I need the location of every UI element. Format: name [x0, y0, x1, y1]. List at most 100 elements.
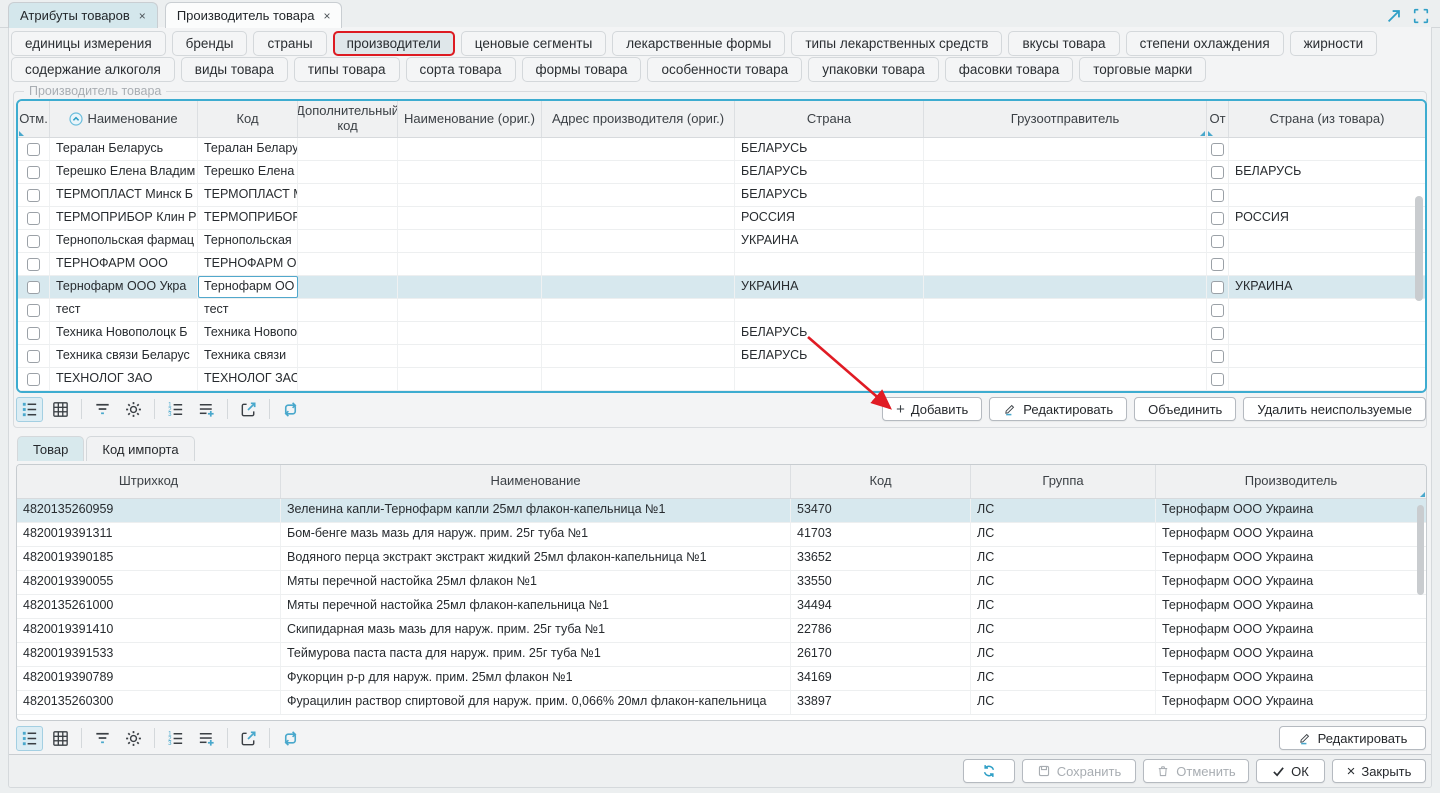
list-view-icon[interactable]: [16, 726, 43, 751]
item-name-cell[interactable]: Фурацилин раствор спиртовой для наруж. п…: [281, 691, 791, 714]
item-name-cell[interactable]: Фукорцин р-р для наруж. прим. 25мл флако…: [281, 667, 791, 690]
item-code-cell[interactable]: 33897: [791, 691, 971, 714]
country-from-item-cell[interactable]: [1229, 368, 1425, 390]
manufacturer-cell[interactable]: Тернофарм ООО Украина: [1156, 691, 1426, 714]
row-checkbox[interactable]: [27, 258, 40, 271]
code-cell[interactable]: Тералан Белару: [198, 138, 298, 160]
manufacturer-cell[interactable]: Тернофарм ООО Украина: [1156, 595, 1426, 618]
table-row[interactable]: 4820019390185 Водяного перца экстракт эк…: [17, 547, 1426, 571]
refresh-loop-icon[interactable]: [277, 397, 304, 422]
row-checkbox[interactable]: [27, 189, 40, 202]
group-cell[interactable]: ЛС: [971, 667, 1156, 690]
group-cell[interactable]: ЛС: [971, 595, 1156, 618]
close-button[interactable]: × Закрыть: [1332, 759, 1426, 783]
country-from-item-cell[interactable]: [1229, 299, 1425, 321]
table-row[interactable]: ТЕРНОФАРМ ООО ТЕРНОФАРМ ОС: [18, 253, 1425, 276]
country-cell[interactable]: БЕЛАРУСЬ: [735, 345, 924, 367]
country-from-item-cell[interactable]: БЕЛАРУСЬ: [1229, 161, 1425, 183]
column-header-country-from-item[interactable]: Страна (из товара): [1229, 101, 1425, 137]
export-icon[interactable]: [235, 726, 262, 751]
table-row[interactable]: 4820019390789 Фукорцин р-р для наруж. пр…: [17, 667, 1426, 691]
name-cell[interactable]: Техника связи Беларус: [50, 345, 198, 367]
country-from-item-cell[interactable]: [1229, 138, 1425, 160]
tab-item-forms[interactable]: формы товара: [522, 57, 642, 82]
ok-button[interactable]: ОК: [1256, 759, 1325, 783]
code-cell-focused[interactable]: Тернофарм ОО: [198, 276, 298, 298]
column-header-manufacturer[interactable]: Производитель: [1156, 465, 1426, 498]
column-header-barcode[interactable]: Штрихкод: [17, 465, 281, 498]
table-row[interactable]: Техника связи Беларус Техника связи БЕЛА…: [18, 345, 1425, 368]
name-cell[interactable]: Терешко Елена Владим: [50, 161, 198, 183]
row-checkbox[interactable]: [27, 235, 40, 248]
edit-item-button[interactable]: Редактировать: [1279, 726, 1426, 750]
country-cell[interactable]: РОССИЯ: [735, 207, 924, 229]
window-tab-attributes[interactable]: Атрибуты товаров ×: [8, 2, 158, 28]
row-checkbox[interactable]: [27, 327, 40, 340]
country-from-item-cell[interactable]: [1229, 253, 1425, 275]
sort-asc-icon[interactable]: [69, 112, 83, 126]
barcode-cell[interactable]: 4820135261000: [17, 595, 281, 618]
table-row[interactable]: Терешко Елена Владим Терешко Елена БЕЛАР…: [18, 161, 1425, 184]
row-checkbox[interactable]: [27, 212, 40, 225]
group-cell[interactable]: ЛС: [971, 499, 1156, 522]
name-cell[interactable]: ТЕРНОФАРМ ООО: [50, 253, 198, 275]
add-rows-icon[interactable]: [193, 397, 220, 422]
refresh-loop-icon[interactable]: [277, 726, 304, 751]
code-cell[interactable]: ТЕРНОФАРМ ОС: [198, 253, 298, 275]
manufacturer-cell[interactable]: Тернофарм ООО Украина: [1156, 643, 1426, 666]
manufacturer-cell[interactable]: Тернофарм ООО Украина: [1156, 523, 1426, 546]
name-cell[interactable]: ТЕРМОПРИБОР Клин Р: [50, 207, 198, 229]
tab-fat-content[interactable]: жирности: [1290, 31, 1378, 56]
row-checkbox[interactable]: [27, 373, 40, 386]
item-code-cell[interactable]: 53470: [791, 499, 971, 522]
code-cell[interactable]: ТЕРМОПРИБОР: [198, 207, 298, 229]
table-row[interactable]: ТЕРМОПРИБОР Клин Р ТЕРМОПРИБОР РОССИЯ РО…: [18, 207, 1425, 230]
barcode-cell[interactable]: 4820019390185: [17, 547, 281, 570]
manufacturer-cell[interactable]: Тернофарм ООО Украина: [1156, 667, 1426, 690]
tab-producers[interactable]: производители: [333, 31, 455, 56]
grid-view-icon[interactable]: [47, 397, 74, 422]
table-row-selected[interactable]: Тернофарм ООО Укра Тернофарм ОО УКРАИНА …: [18, 276, 1425, 299]
table-row[interactable]: 4820019391311 Бом-бенге мазь мазь для на…: [17, 523, 1426, 547]
vertical-scrollbar-thumb[interactable]: [1415, 196, 1423, 301]
country-cell[interactable]: БЕЛАРУСЬ: [735, 138, 924, 160]
numbered-list-icon[interactable]: 123: [162, 397, 189, 422]
tab-drug-types[interactable]: типы лекарственных средств: [791, 31, 1002, 56]
table-row[interactable]: ТЕРМОПЛАСТ Минск Б ТЕРМОПЛАСТ М БЕЛАРУСЬ: [18, 184, 1425, 207]
settings-gear-icon[interactable]: [120, 726, 147, 751]
item-name-cell[interactable]: Мяты перечной настойка 25мл флакон-капел…: [281, 595, 791, 618]
table-row[interactable]: 4820135260300 Фурацилин раствор спиртово…: [17, 691, 1426, 715]
table-row-selected[interactable]: 4820135260959 Зеленина капли-Тернофарм к…: [17, 499, 1426, 523]
item-code-cell[interactable]: 26170: [791, 643, 971, 666]
window-tab-producer[interactable]: Производитель товара ×: [165, 2, 343, 28]
filter-icon[interactable]: [89, 397, 116, 422]
table-row[interactable]: 4820019391533 Теймурова паста паста для …: [17, 643, 1426, 667]
tab-flavors[interactable]: вкусы товара: [1008, 31, 1119, 56]
item-code-cell[interactable]: 33550: [791, 571, 971, 594]
table-row[interactable]: Техника Новополоцк Б Техника Новопо БЕЛА…: [18, 322, 1425, 345]
add-button[interactable]: + Добавить: [882, 397, 982, 421]
country-from-item-cell[interactable]: [1229, 230, 1425, 252]
cancel-button[interactable]: Отменить: [1143, 759, 1249, 783]
country-cell[interactable]: УКРАИНА: [735, 230, 924, 252]
merge-button[interactable]: Объединить: [1134, 397, 1236, 421]
group-cell[interactable]: ЛС: [971, 619, 1156, 642]
group-cell[interactable]: ЛС: [971, 523, 1156, 546]
item-name-cell[interactable]: Скипидарная мазь мазь для наруж. прим. 2…: [281, 619, 791, 642]
country-cell[interactable]: БЕЛАРУСЬ: [735, 184, 924, 206]
manufacturer-cell[interactable]: Тернофарм ООО Украина: [1156, 571, 1426, 594]
name-cell[interactable]: тест: [50, 299, 198, 321]
tab-item-packaging[interactable]: упаковки товара: [808, 57, 939, 82]
refresh-button[interactable]: [963, 759, 1015, 783]
group-cell[interactable]: ЛС: [971, 571, 1156, 594]
country-from-item-cell[interactable]: [1229, 345, 1425, 367]
numbered-list-icon[interactable]: 123: [162, 726, 189, 751]
table-row[interactable]: ТЕХНОЛОГ ЗАО ТЕХНОЛОГ ЗАО: [18, 368, 1425, 391]
item-code-cell[interactable]: 34169: [791, 667, 971, 690]
from-checkbox[interactable]: [1211, 350, 1224, 363]
column-header-from[interactable]: От: [1207, 101, 1229, 137]
column-header-mark[interactable]: Отм.: [18, 101, 50, 137]
tab-item-features[interactable]: особенности товара: [647, 57, 802, 82]
row-checkbox[interactable]: [27, 143, 40, 156]
name-cell[interactable]: Тернопольская фармац: [50, 230, 198, 252]
